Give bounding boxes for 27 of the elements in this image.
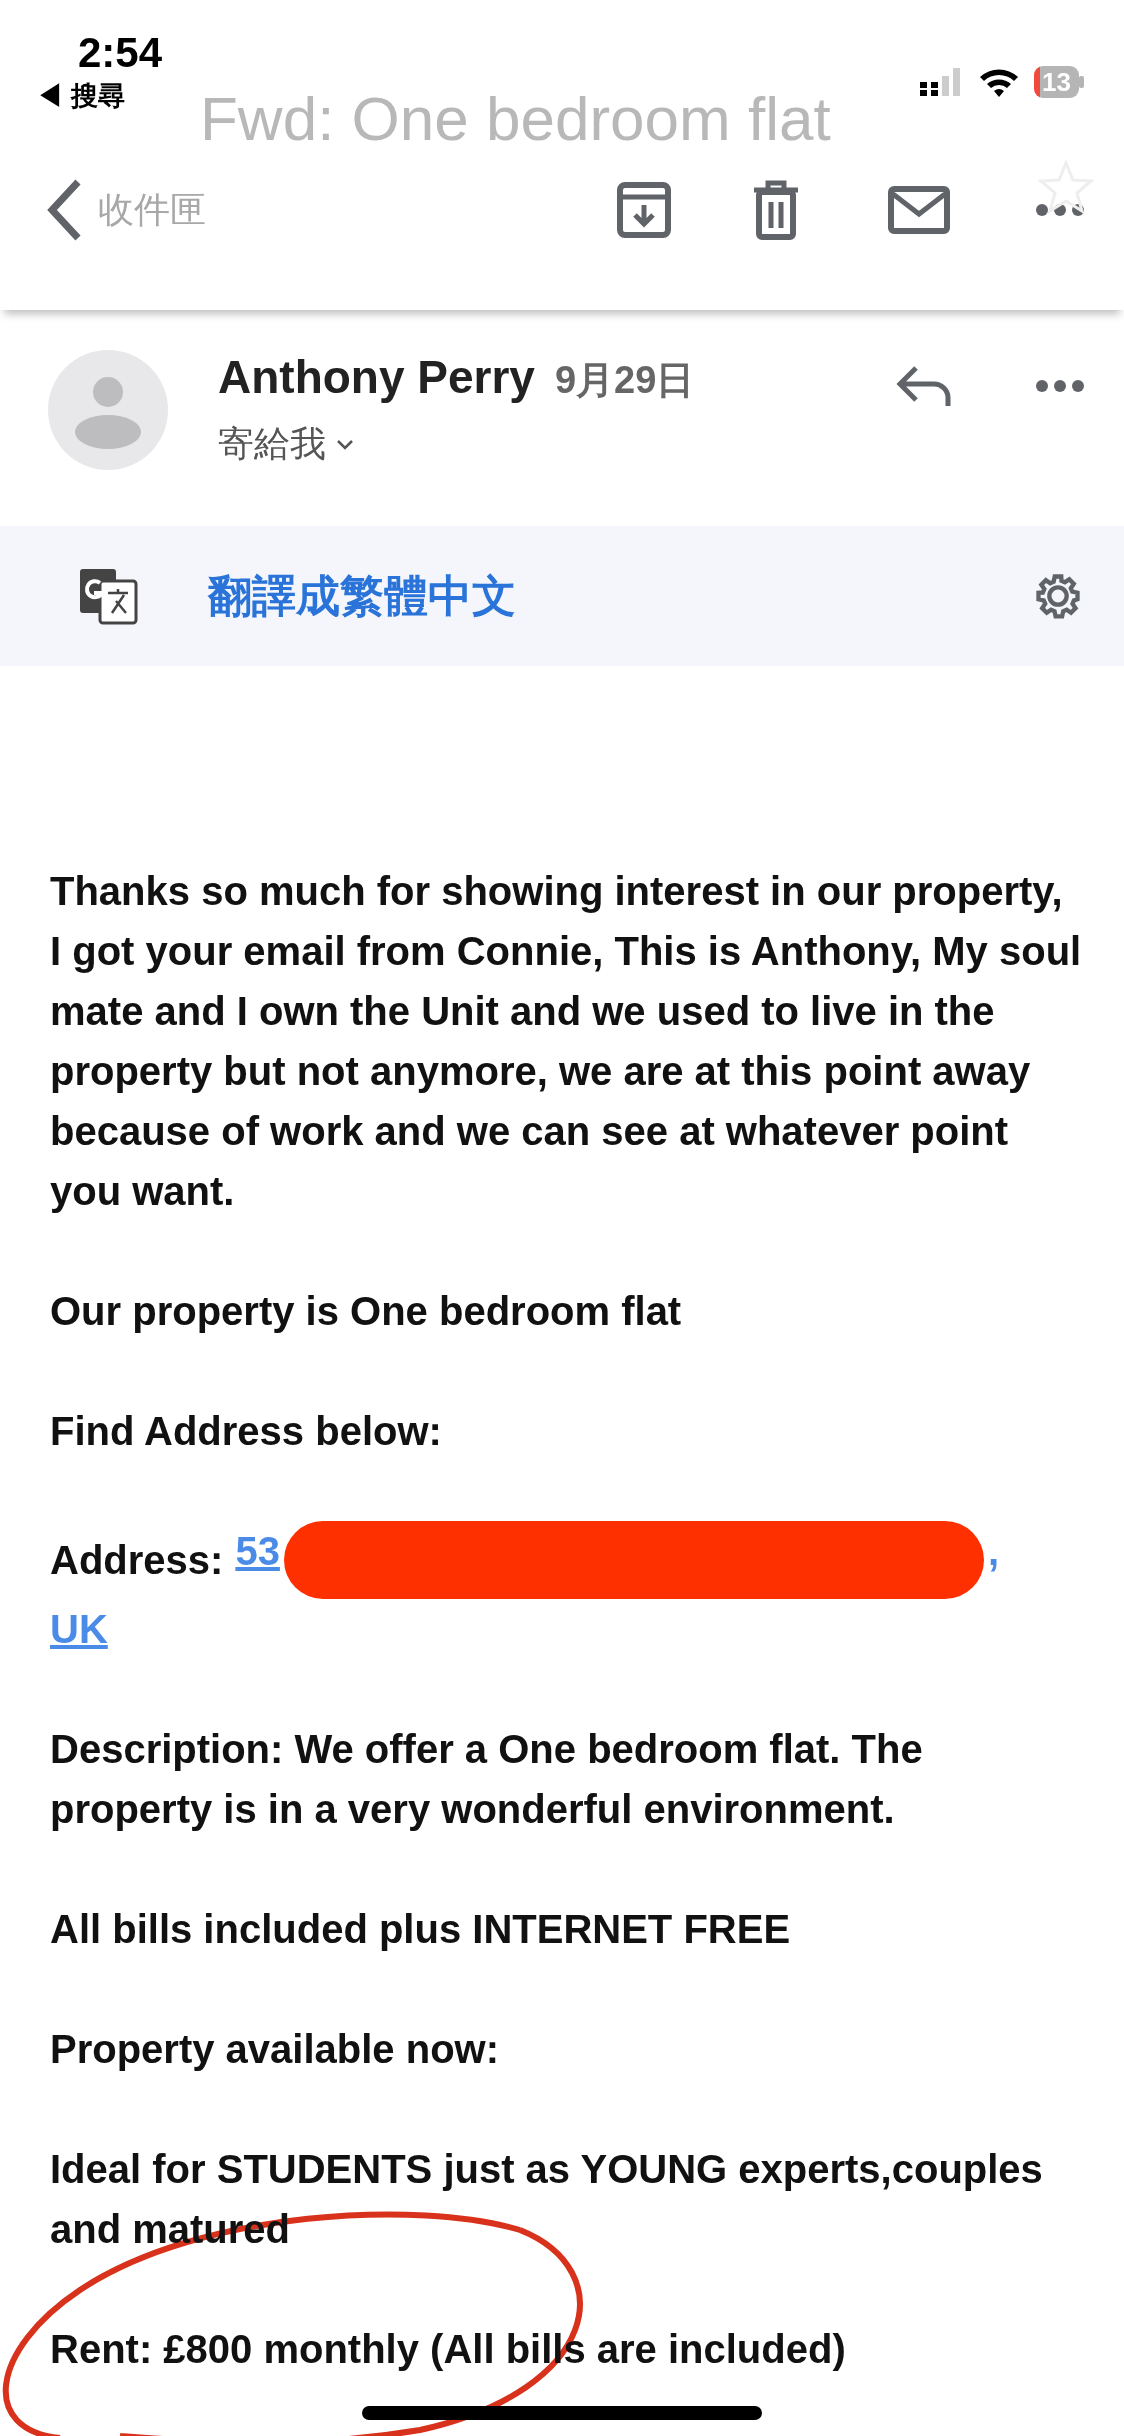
star-icon[interactable] — [1038, 160, 1094, 214]
body-paragraph: Thanks so much for showing interest in our property, I got your email from Connie, This is Anthony, My soul mate and I own the Unit and we used to live in the property but not anymore, we are at this point away because of work and we can see at whatever point you want. — [50, 868, 1083, 1215]
address-link[interactable]: UK — [50, 1599, 108, 1659]
avatar-icon — [48, 350, 168, 470]
mail-icon[interactable] — [888, 186, 950, 234]
sender-name: Anthony Perry — [218, 350, 535, 404]
body-paragraph: Our property is One bedroom flat — [50, 1288, 683, 1335]
archive-icon[interactable] — [616, 181, 672, 239]
body-paragraph: Description: We offer a One bedroom flat. The property is in a very wonderful environment. — [50, 1726, 924, 1833]
more-icon[interactable] — [1036, 380, 1084, 392]
address-link[interactable]: , — [987, 1521, 999, 1581]
reply-icon[interactable] — [896, 364, 954, 408]
body-paragraph: Property available now: — [50, 2026, 501, 2073]
more-icon[interactable] — [1036, 204, 1084, 216]
faded-title: Fwd: One bedroom flat — [200, 88, 831, 150]
message-date: 9月29日 — [554, 358, 695, 403]
body-paragraph: Find Address below: — [50, 1408, 443, 1455]
delete-icon[interactable] — [752, 180, 800, 240]
address-link[interactable]: 53 — [235, 1521, 280, 1581]
status-time: 2:54 — [78, 30, 163, 77]
back-to-search-link[interactable]: ◀ 搜尋 — [36, 78, 163, 115]
back-button[interactable]: 收件匣 — [44, 178, 216, 242]
body-paragraph: All bills included plus INTERNET FREE — [50, 1906, 792, 1953]
address-label: Address: — [50, 1537, 224, 1584]
translate-icon — [78, 567, 138, 625]
recipient-dropdown[interactable]: 寄給我 — [218, 420, 896, 469]
caret-icon — [336, 438, 354, 451]
